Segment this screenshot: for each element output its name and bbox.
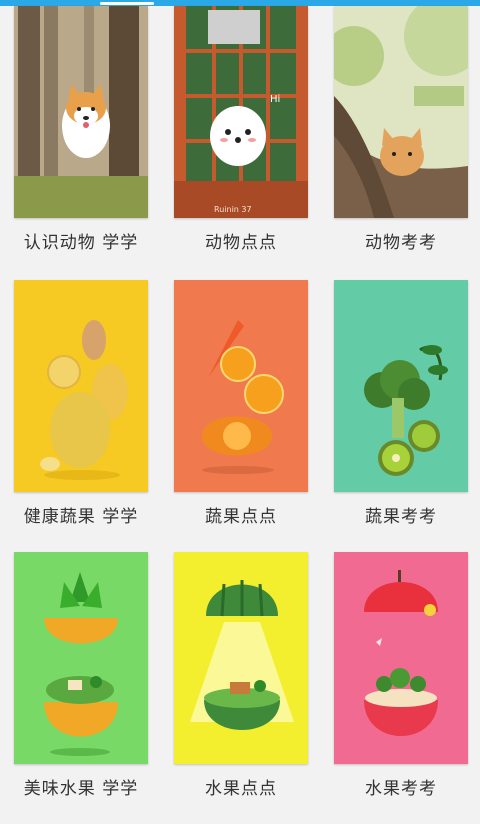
- grid-row-vegetables: 健康蔬果 学学 蔬果点点 蔬果考考: [0, 280, 480, 552]
- cat-on-tree-icon: [334, 6, 468, 218]
- apple-world-icon: [334, 552, 468, 764]
- grid-row-animals: 认识动物 学学 Ruinin 37 Hi 动物点点 动物考考: [0, 6, 480, 278]
- card-tap-fruits[interactable]: 水果点点: [174, 552, 308, 818]
- card-label: 蔬果点点: [205, 507, 277, 527]
- card-label: 认识动物 学学: [23, 233, 139, 253]
- card-label: 动物点点: [205, 233, 277, 253]
- card-learn-animals[interactable]: 认识动物 学学: [14, 6, 148, 272]
- card-tap-animals[interactable]: Ruinin 37 Hi 动物点点: [174, 6, 308, 272]
- carrot-orange-squash-icon: [174, 280, 308, 492]
- card-tap-vegetables[interactable]: 蔬果点点: [174, 280, 308, 546]
- card-quiz-fruits[interactable]: 水果考考: [334, 552, 468, 818]
- card-learn-vegetables[interactable]: 健康蔬果 学学: [14, 280, 148, 546]
- grid-row-fruits: 美味水果 学学 水果点点 水果考考: [0, 552, 480, 824]
- watermelon-world-icon: [174, 552, 308, 764]
- card-label: 蔬果考考: [365, 507, 437, 527]
- card-label: 水果考考: [365, 779, 437, 799]
- card-quiz-animals[interactable]: 动物考考: [334, 6, 468, 272]
- card-label: 健康蔬果 学学: [23, 507, 139, 527]
- card-label: 水果点点: [205, 779, 277, 799]
- card-label: 动物考考: [365, 233, 437, 253]
- card-learn-fruits[interactable]: 美味水果 学学: [14, 552, 148, 818]
- signature: Ruinin 37: [214, 205, 252, 214]
- pineapple-world-icon: [14, 552, 148, 764]
- card-label: 美味水果 学学: [23, 779, 139, 799]
- puppy-in-phone-booth-icon: Ruinin 37 Hi: [174, 6, 308, 218]
- broccoli-kiwi-icon: [334, 280, 468, 492]
- dog-in-forest-icon: [14, 6, 148, 218]
- tab-indicator: [100, 2, 154, 5]
- card-quiz-vegetables[interactable]: 蔬果考考: [334, 280, 468, 546]
- stacked-fruits-icon: [14, 280, 148, 492]
- hi-caption: Hi: [270, 94, 280, 105]
